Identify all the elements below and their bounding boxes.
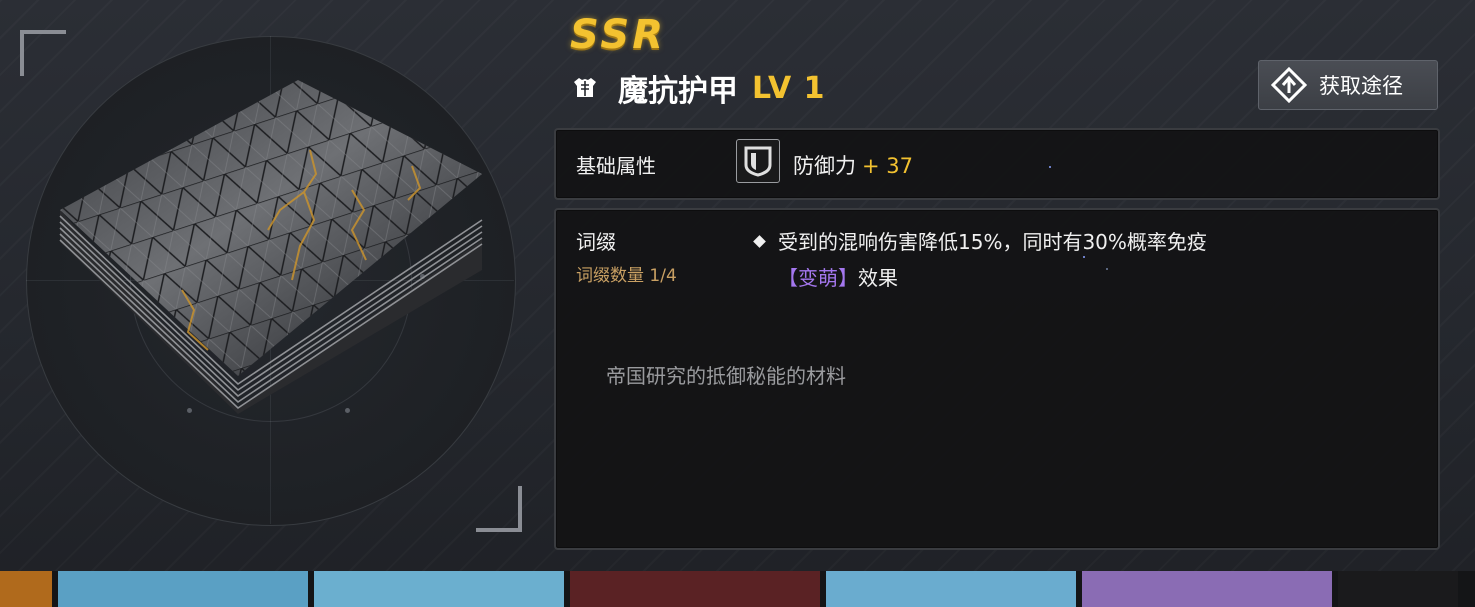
sparkle: [1049, 166, 1051, 168]
item-title-row: 魔抗护甲 LV 1: [572, 66, 826, 110]
frame-corner-bottom-right: [476, 486, 522, 532]
thumb-blue-2[interactable]: [314, 571, 564, 607]
acquire-path-button[interactable]: 获取途径: [1258, 60, 1438, 110]
thumb-blue-3[interactable]: [826, 571, 1076, 607]
status-effect-tag[interactable]: 【变萌】: [778, 266, 858, 290]
defense-stat-name: 防御力: [793, 154, 856, 178]
affix-panel: 词缀 词缀数量 1/4 受到的混响伤害降低15%，同时有30%概率免疫 【变萌】…: [554, 208, 1440, 550]
defense-stat-value: + 37: [862, 154, 913, 178]
item-name: 魔抗护甲: [618, 74, 738, 109]
inventory-thumbnail-strip: [0, 571, 1475, 607]
thumb-purple[interactable]: [1082, 571, 1332, 607]
shield-icon: [744, 146, 772, 177]
armor-plate-image: [59, 80, 483, 414]
rarity-badge: SSR: [570, 12, 666, 58]
item-description: 帝国研究的抵御秘能的材料: [606, 364, 846, 388]
thumb-red[interactable]: [570, 571, 820, 607]
sparkle: [1106, 268, 1108, 270]
sparkle: [1083, 256, 1085, 258]
armor-category-icon: [574, 78, 596, 97]
bullet-diamond-icon: [753, 235, 766, 248]
affix-label: 词缀: [576, 230, 616, 254]
affix-effect-suffix: 效果: [858, 266, 898, 290]
thumb-orange[interactable]: [0, 571, 52, 607]
base-attributes-label: 基础属性: [576, 154, 656, 178]
defense-stat: 防御力 + 37: [793, 150, 913, 180]
thumb-dark[interactable]: [1338, 571, 1458, 607]
acquire-path-label: 获取途径: [1319, 74, 1403, 98]
item-level: LV 1: [752, 70, 826, 106]
defense-stat-icon-box: [736, 139, 780, 183]
affix-count: 词缀数量 1/4: [576, 266, 677, 286]
affix-effect-text: 受到的混响伤害降低15%，同时有30%概率免疫: [778, 230, 1207, 254]
waypoint-icon: [1271, 67, 1307, 103]
thumb-blue-1[interactable]: [58, 571, 308, 607]
affix-effect-line-1: 受到的混响伤害降低15%，同时有30%概率免疫: [752, 226, 1207, 255]
base-attributes-panel: 基础属性 防御力 + 37: [554, 128, 1440, 200]
affix-effect-line-2: 【变萌】效果: [778, 262, 898, 291]
